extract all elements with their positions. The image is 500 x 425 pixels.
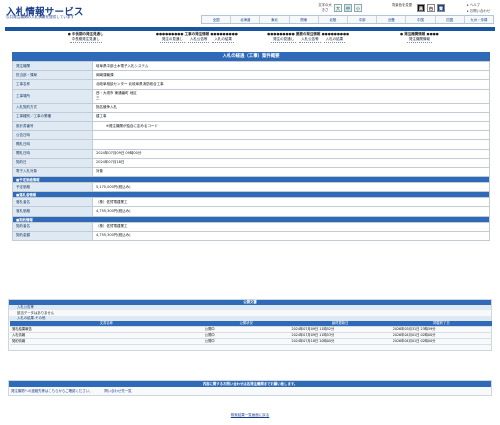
field-value: 5,170,000円(税込み) bbox=[92, 182, 490, 193]
field-label: 契約者名 bbox=[12, 221, 93, 232]
field-label: 公告日時 bbox=[12, 130, 93, 141]
field-label: 工事名称 bbox=[12, 79, 93, 90]
end-cell: 2026年04月01日 02時00分 bbox=[390, 338, 492, 345]
field-label: 落札者名 bbox=[12, 197, 93, 208]
field-value: （株）佐賀電建業工 bbox=[92, 197, 490, 208]
region-tab[interactable]: 四国 bbox=[435, 16, 465, 23]
contact-label: お問い合わせ bbox=[469, 8, 491, 13]
section-title: 入札の経過（工事）案件概要 bbox=[12, 52, 490, 61]
region-tab[interactable]: 近畿 bbox=[377, 16, 407, 23]
color-white-button[interactable]: 白 bbox=[427, 4, 435, 12]
details-table-wrap: 発注機関 岐阜県中部土木電子入札システム 担当部・課局 岡崎運輸課 工事名称 北岐阜相… bbox=[12, 60, 490, 242]
region-tab[interactable]: 全国 bbox=[202, 16, 232, 23]
menu-group: ● 発注機関情報 ●●●● 発注機関情報 bbox=[364, 32, 475, 47]
font-size-medium-button[interactable]: 中 bbox=[344, 4, 352, 12]
font-size-large-button[interactable]: 大 bbox=[334, 4, 342, 12]
field-label: 開札日時 bbox=[12, 139, 93, 150]
agency-contact-link[interactable]: 発注機関への連絡先等はこちらからご確認ください。 bbox=[11, 387, 92, 396]
field-label: 担当部・課局 bbox=[12, 70, 93, 81]
region-tab[interactable]: 中部 bbox=[348, 16, 378, 23]
region-tab[interactable]: 北陸 bbox=[318, 16, 349, 23]
field-label: 発注機関 bbox=[12, 60, 93, 72]
arrow-icon: ▸ bbox=[467, 3, 469, 7]
updated-cell: 2024年07月18日 10時00分 bbox=[289, 338, 391, 345]
contact-box: 内容に関するお問い合わせは各発注機関までお願い致します。 発注機関への連絡先等は… bbox=[8, 380, 492, 396]
field-label: 落札価格 bbox=[12, 206, 93, 217]
field-value: 西・大垣市 東通番町 地区三 bbox=[92, 88, 490, 104]
field-value: 4,755,300円(税込み) bbox=[92, 206, 490, 217]
field-value: 建工事 bbox=[92, 111, 490, 122]
field-value bbox=[92, 139, 490, 150]
font-size-label: 文字の大きさ bbox=[318, 3, 332, 12]
menu-group: ●●●●●●●●● 業務の発注情報 ●●●●●●●●● 発注の見通し 入札公告等… bbox=[253, 32, 364, 47]
field-value: （株）佐賀電建業工 bbox=[92, 221, 490, 232]
field-label: 契約日 bbox=[12, 157, 93, 168]
color-blue-button[interactable]: 青 bbox=[437, 4, 445, 12]
table-row: 契約情報 公開中 2024年07月18日 10時00分 2026年04月01日 … bbox=[10, 338, 492, 345]
menu-group: ● 中長期の発注見通し 中長期発注見通し bbox=[30, 32, 141, 47]
field-value: 対象 bbox=[92, 166, 490, 178]
region-tab[interactable]: 九州・沖縄 bbox=[464, 16, 494, 23]
help-label: ヘルプ bbox=[469, 3, 480, 7]
field-label: 設計書番号 bbox=[12, 120, 93, 132]
main-menu: ● 中長期の発注見通し 中長期発注見通し ●●●●●●●●● 工事の発注情報 ●… bbox=[30, 32, 475, 47]
details-table: 発注機関 岐阜県中部土木電子入札システム 担当部・課局 岡崎運輸課 工事名称 北岐阜相… bbox=[12, 60, 490, 242]
field-label: 契約金額 bbox=[12, 230, 93, 242]
field-label: 入札契約方式 bbox=[12, 102, 93, 113]
menu-item[interactable]: 入札の結果 bbox=[323, 37, 346, 43]
region-tab[interactable]: 関東 bbox=[289, 16, 319, 23]
color-label: 背景色を変更 bbox=[391, 3, 413, 7]
field-value: 北岐阜相談センター 北岐阜県消防総合工事 bbox=[92, 79, 490, 90]
field-value: 岐阜県中部土木電子入札システム bbox=[92, 60, 490, 72]
site-tagline: 公共発注機関の入札情報を提供しています bbox=[6, 15, 75, 19]
field-value bbox=[92, 130, 490, 141]
field-value: 2024年07月09日 09時00分 bbox=[92, 148, 490, 159]
region-tabs: 全国 北海道 東北 関東 北陸 中部 近畿 中国 四国 九州・沖縄 bbox=[201, 15, 494, 24]
field-label: 工事場所 bbox=[12, 88, 93, 104]
field-value: 岡崎運輸課 bbox=[92, 70, 490, 81]
back-to-results-link[interactable]: 検索結果一覧画面に戻る bbox=[0, 413, 500, 418]
menu-item[interactable]: 入札公告等 bbox=[299, 37, 321, 43]
arrow-icon: ▸ bbox=[467, 8, 469, 13]
document-link[interactable]: 契約情報 bbox=[10, 338, 203, 345]
font-size-small-button[interactable]: 小 bbox=[354, 4, 362, 12]
field-label: 開札日時 bbox=[12, 148, 93, 159]
field-value: 2024年07月18日 bbox=[92, 157, 490, 168]
region-tab[interactable]: 中国 bbox=[406, 16, 436, 23]
public-documents: 公開文書 入札公告等 該当データはありません 入札の結果-その他 文書名称 公開… bbox=[8, 299, 492, 351]
region-tab[interactable]: 東北 bbox=[260, 16, 290, 23]
menu-item[interactable]: 中長期発注見通し bbox=[69, 37, 102, 43]
field-value: 指名競争入札 bbox=[92, 102, 490, 113]
status-cell: 公開中 bbox=[202, 338, 290, 345]
contact-list-link[interactable]: 問い合わせ先一覧 bbox=[104, 387, 131, 396]
field-label: 予定価格 bbox=[12, 182, 93, 193]
help-links: ▸ ヘルプ ▸ お問い合わせ bbox=[467, 3, 490, 14]
menu-item[interactable]: 発注の見通し bbox=[159, 37, 185, 43]
region-tab[interactable]: 北海道 bbox=[231, 16, 261, 23]
menu-group: ●●●●●●●●● 工事の発注情報 ●●●●●●●●● 発注の見通し 入札公告等… bbox=[141, 32, 252, 47]
menu-item[interactable]: 発注の見通し bbox=[271, 37, 297, 43]
field-value: ※発注機関が独自に定めるコード bbox=[92, 120, 490, 132]
field-value: 4,755,300円(税込み) bbox=[92, 230, 490, 242]
documents-table: 文書名称 公開状況 最終更新日 掲載終了日 落札結果報告 公開中 2024年07… bbox=[10, 321, 492, 345]
menu-item[interactable]: 入札の結果 bbox=[212, 37, 234, 43]
color-black-button[interactable]: 黒 bbox=[417, 4, 425, 12]
header-divider bbox=[5, 27, 495, 31]
field-label: 工事種別／工事の業種 bbox=[12, 111, 93, 122]
menu-item[interactable]: 入札公告等 bbox=[187, 37, 210, 43]
menu-item[interactable]: 発注機関情報 bbox=[406, 37, 432, 43]
field-label: 電子入札対象 bbox=[12, 166, 93, 178]
contact-link[interactable]: ▸ お問い合わせ bbox=[467, 9, 490, 15]
